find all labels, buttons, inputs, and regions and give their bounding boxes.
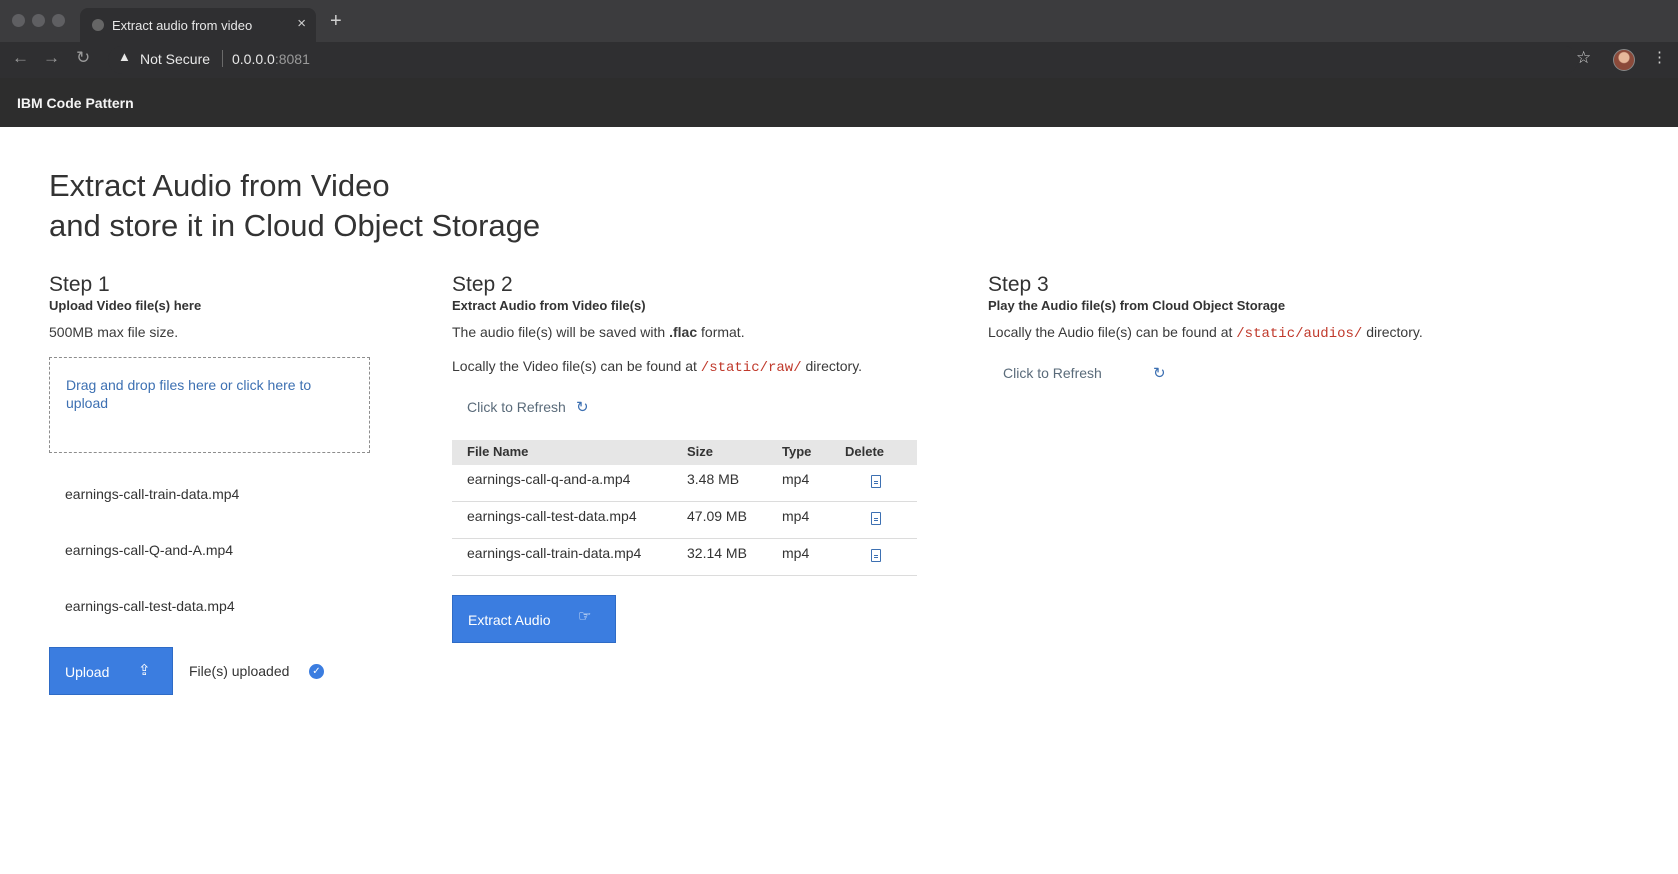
maximize-window-dot[interactable] <box>52 14 65 27</box>
step1-note: 500MB max file size. <box>49 324 179 340</box>
cell-file-name: earnings-call-test-data.mp4 <box>467 508 637 524</box>
cell-type: mp4 <box>782 545 810 561</box>
delete-file-icon[interactable] <box>871 512 881 525</box>
security-status[interactable]: Not Secure <box>140 51 210 67</box>
address-separator <box>222 50 223 67</box>
app-header: IBM Code Pattern <box>0 78 1678 127</box>
cell-type: mp4 <box>782 508 810 524</box>
video-location-note: Locally the Video file(s) can be found a… <box>452 358 863 376</box>
tab-title: Extract audio from video <box>112 18 253 33</box>
uploaded-file-item: earnings-call-train-data.mp4 <box>65 486 240 502</box>
step3-subheading: Play the Audio file(s) from Cloud Object… <box>988 298 1286 313</box>
delete-file-icon[interactable] <box>871 549 881 562</box>
refresh-icon[interactable]: ↻ <box>1153 364 1166 382</box>
table-header: File Name Size Type Delete <box>452 440 917 465</box>
step2-subheading: Extract Audio from Video file(s) <box>452 298 646 313</box>
table-row: earnings-call-test-data.mp4 47.09 MB mp4 <box>452 502 917 539</box>
url-text[interactable]: 0.0.0.0:8081 <box>232 51 310 67</box>
checkmark-icon: ✓ <box>309 664 324 679</box>
table-row: earnings-call-train-data.mp4 32.14 MB mp… <box>452 539 917 576</box>
warning-icon: ▲ <box>118 49 131 64</box>
tab-close-icon[interactable]: × <box>297 15 306 32</box>
format-note: The audio file(s) will be saved with .fl… <box>452 324 745 340</box>
back-arrow-icon[interactable]: ← <box>12 48 29 68</box>
refresh-audios-link[interactable]: Click to Refresh <box>1003 365 1102 381</box>
step2-header: Step 2 Extract Audio from Video file(s) <box>452 272 646 314</box>
step3-header: Step 3 Play the Audio file(s) from Cloud… <box>988 272 1285 314</box>
forward-arrow-icon[interactable]: → <box>43 48 60 68</box>
cell-file-name: earnings-call-train-data.mp4 <box>467 545 642 561</box>
globe-icon <box>92 19 104 31</box>
upload-icon: ⇪ <box>138 662 151 679</box>
uploaded-file-item: earnings-call-Q-and-A.mp4 <box>65 542 234 558</box>
col-file-name: File Name <box>467 444 529 459</box>
cell-size: 32.14 MB <box>687 545 747 561</box>
tab-active[interactable]: Extract audio from video × <box>80 8 316 42</box>
brand-name[interactable]: IBM Code Pattern <box>17 95 134 111</box>
reload-icon[interactable]: ↻ <box>76 48 90 68</box>
upload-status: File(s) uploaded <box>189 663 290 679</box>
cell-size: 47.09 MB <box>687 508 747 524</box>
col-type: Type <box>782 444 812 459</box>
col-delete: Delete <box>845 444 885 459</box>
star-icon[interactable]: ☆ <box>1576 48 1591 68</box>
upload-button[interactable]: Upload ⇪ <box>49 647 173 695</box>
cell-type: mp4 <box>782 471 810 487</box>
refresh-videos-link[interactable]: Click to Refresh <box>467 399 566 415</box>
dropzone-text: Drag and drop files here or click here t… <box>66 377 312 411</box>
kebab-menu-icon[interactable]: ⋮ <box>1652 48 1667 66</box>
audio-location-note: Locally the Audio file(s) can be found a… <box>988 324 1423 342</box>
profile-avatar[interactable] <box>1613 49 1635 71</box>
step2-heading: Step 2 <box>452 273 513 296</box>
step1-heading: Step 1 <box>49 273 110 296</box>
step3-heading: Step 3 <box>988 273 1049 296</box>
uploaded-file-item: earnings-call-test-data.mp4 <box>65 598 235 614</box>
delete-file-icon[interactable] <box>871 475 881 488</box>
browser-window: Extract audio from video × + ← → ↻ ▲ Not… <box>0 0 1678 874</box>
refresh-icon[interactable]: ↻ <box>576 398 589 416</box>
file-dropzone[interactable]: Drag and drop files here or click here t… <box>49 357 370 453</box>
cell-size: 3.48 MB <box>687 471 740 487</box>
page-title: Extract Audio from Video and store it in… <box>49 168 541 243</box>
pointer-cursor-icon: ☞ <box>578 608 592 625</box>
tab-strip: Extract audio from video × + <box>0 0 1678 42</box>
col-size: Size <box>687 444 714 459</box>
cell-file-name: earnings-call-q-and-a.mp4 <box>467 471 631 487</box>
minimize-window-dot[interactable] <box>32 14 45 27</box>
table-row: earnings-call-q-and-a.mp4 3.48 MB mp4 <box>452 465 917 502</box>
step1-subheading: Upload Video file(s) here <box>49 298 202 313</box>
address-bar[interactable] <box>108 46 1578 74</box>
new-tab-icon[interactable]: + <box>330 10 342 33</box>
step1-header: Step 1 Upload Video file(s) here <box>49 272 201 314</box>
close-window-dot[interactable] <box>12 14 25 27</box>
